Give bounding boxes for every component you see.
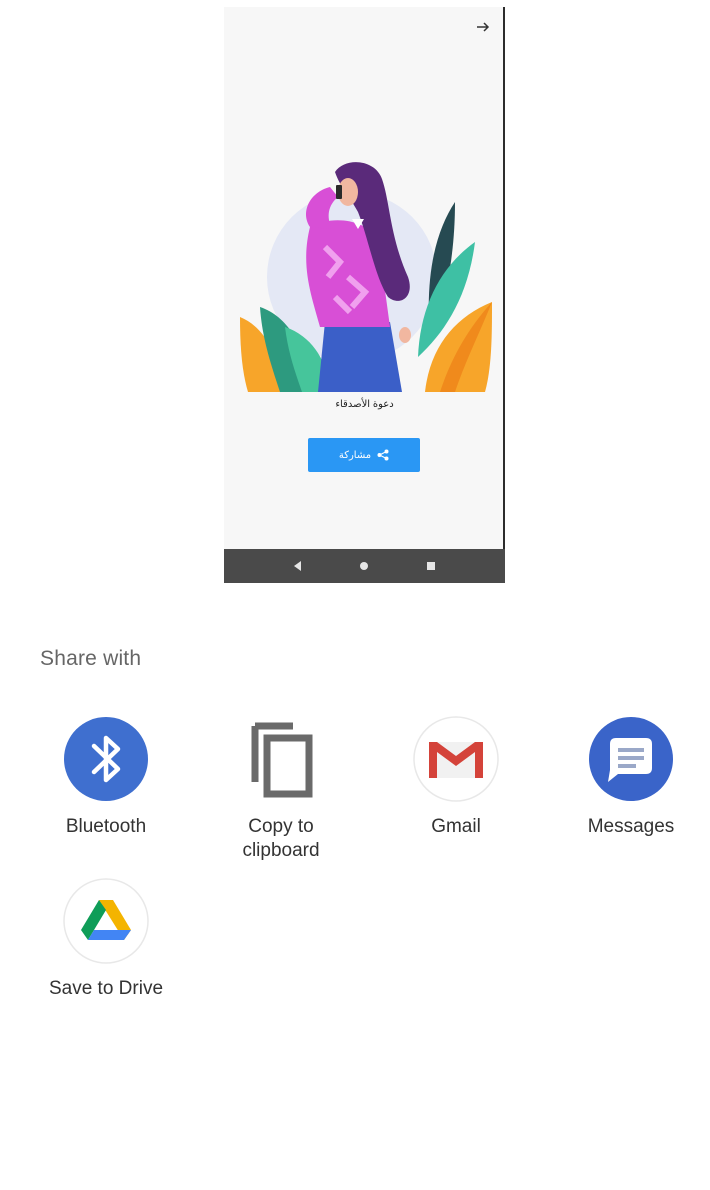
nav-back-icon[interactable]: [293, 561, 301, 571]
share-target-messages[interactable]: Messages: [556, 715, 706, 839]
screen-edge: [503, 7, 505, 583]
share-button-label: مشاركة: [338, 449, 372, 461]
bluetooth-icon: [62, 715, 150, 803]
share-target-bluetooth[interactable]: Bluetooth: [31, 715, 181, 839]
app-label: Bluetooth: [65, 816, 147, 837]
app-label: Copy to clipboard: [242, 816, 320, 861]
phone-screen: دعوة الأصدقاء مشاركة: [224, 7, 505, 583]
share-sheet-title: Share with: [40, 647, 142, 670]
share-target-copy-clipboard[interactable]: Copy to clipboard: [206, 715, 356, 863]
share-icon: [377, 449, 389, 461]
system-nav-bar: [224, 549, 505, 583]
app-label: Messages: [587, 816, 675, 837]
share-button[interactable]: مشاركة: [308, 438, 420, 472]
nav-home-icon[interactable]: [359, 562, 368, 570]
share-sheet: Share with Bluetooth Copy to clipboard G…: [0, 615, 710, 1190]
share-target-gmail[interactable]: Gmail: [381, 715, 531, 839]
back-arrow-icon[interactable]: [473, 17, 493, 37]
messages-icon: [587, 715, 675, 803]
nav-recent-icon[interactable]: [427, 562, 436, 570]
copy-icon: [237, 715, 325, 803]
drive-icon: [62, 877, 150, 965]
app-label: Gmail: [431, 816, 481, 837]
gmail-icon: [412, 715, 500, 803]
app-label: Save to Drive: [48, 978, 164, 999]
invite-illustration: [240, 157, 492, 392]
invite-friends-title: دعوة الأصدقاء: [335, 399, 394, 410]
share-target-drive[interactable]: Save to Drive: [31, 877, 181, 1001]
